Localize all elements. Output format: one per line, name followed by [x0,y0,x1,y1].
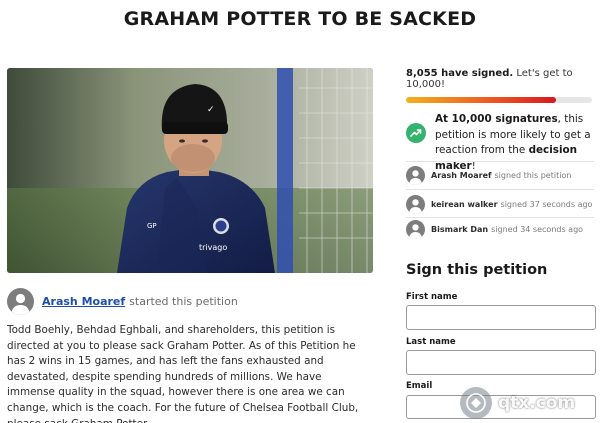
watermark-logo-icon [460,387,492,419]
signer-name: Arash Moaref [431,170,492,180]
signer-name: keirean walker [431,199,498,209]
starter-name-link[interactable]: Arash Moaref [42,295,125,308]
signer-action: signed 37 seconds ago [500,199,593,209]
trending-up-icon [406,123,426,143]
user-avatar-icon [7,287,34,315]
recent-signer: Bismark Dan signed 34 seconds ago [406,218,596,240]
user-avatar-icon [406,219,425,239]
svg-text:GP: GP [147,222,157,230]
divider [406,189,594,190]
first-name-label: First name [406,292,458,302]
last-name-field[interactable] [406,350,596,375]
progress-fill [406,97,556,103]
petition-image: ✓ trivago GP [7,68,373,273]
signed-count-text: 8,055 have signed. [406,68,514,79]
coach-photo: ✓ trivago GP [7,68,373,273]
first-name-field[interactable] [406,305,596,330]
sign-petition-heading: Sign this petition [406,262,548,278]
goal-threshold: At 10,000 signatures [435,113,558,125]
watermark-text: qtx.com [498,393,576,413]
signature-count: 8,055 have signed. Let's get to 10,000! [406,68,594,90]
signer-action: signed this petition [494,170,572,180]
svg-text:trivago: trivago [199,243,227,252]
recent-signer: Arash Moaref signed this petition [406,164,596,186]
petition-sidebar: 8,055 have signed. Let's get to 10,000! … [406,68,594,174]
last-name-label: Last name [406,337,456,347]
divider [406,161,594,162]
signature-progress-bar [406,97,592,103]
user-avatar-icon [406,194,425,214]
signer-name: Bismark Dan [431,224,489,234]
starter-action-text: started this petition [129,294,238,308]
recent-signer: keirean walker signed 37 seconds ago [406,193,596,215]
petition-starter: Arash Moaref started this petition [7,287,373,315]
signer-action: signed 34 seconds ago [491,224,584,234]
page-title: GRAHAM POTTER TO BE SACKED [123,8,477,30]
user-avatar-icon [406,165,425,185]
email-label: Email [406,381,433,391]
petition-description: Todd Boehly, Behdad Eghbali, and shareho… [7,324,359,423]
watermark: qtx.com [460,386,600,420]
svg-text:✓: ✓ [207,105,215,115]
